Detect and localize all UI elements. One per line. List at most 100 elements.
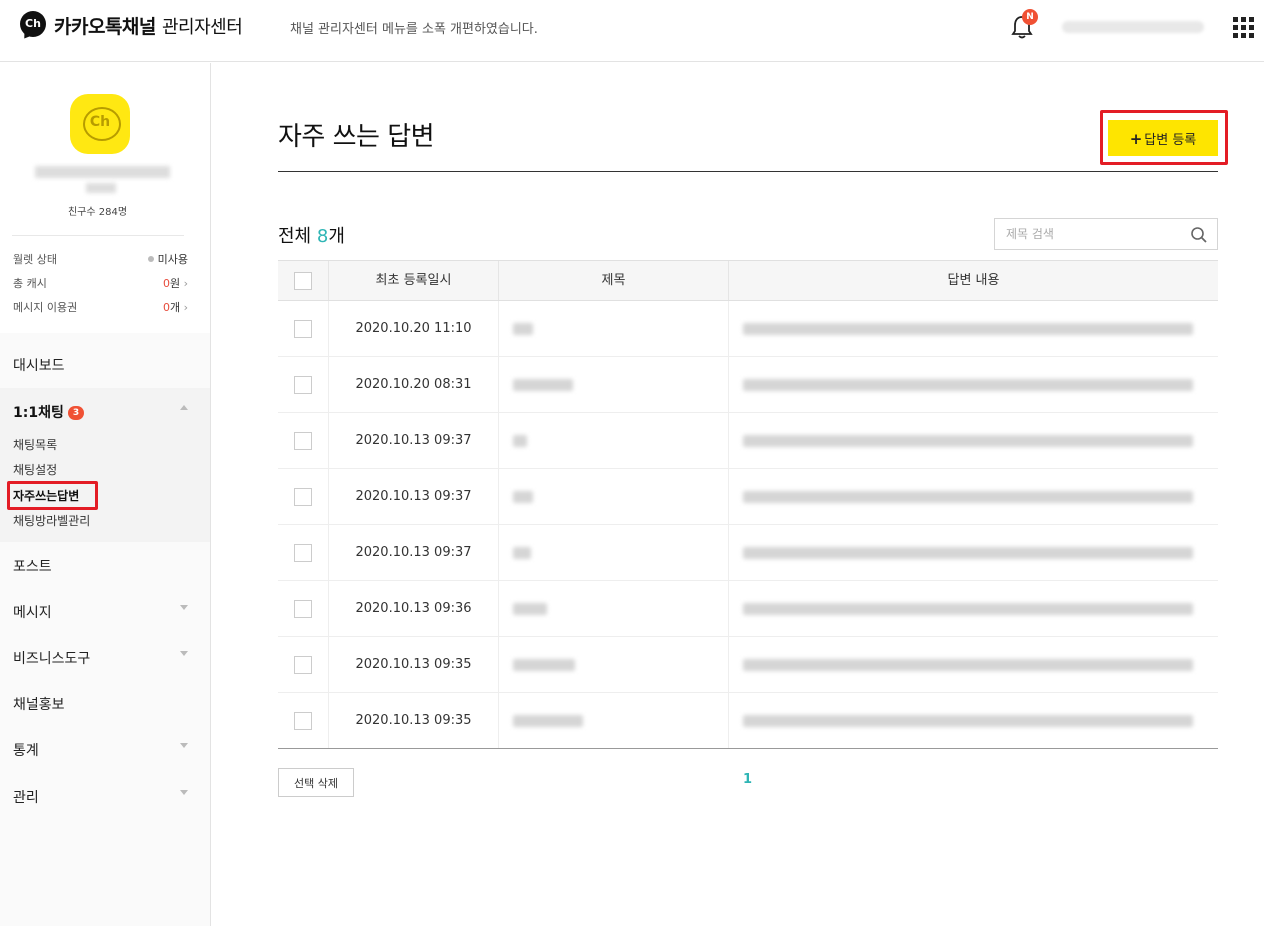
row-checkbox[interactable] — [294, 712, 312, 730]
chevron-down-icon[interactable] — [180, 651, 188, 656]
menu-post[interactable]: 포스트 — [13, 556, 52, 576]
chevron-right-icon: › — [183, 277, 188, 290]
row-content[interactable] — [743, 603, 1193, 615]
chevron-down-icon[interactable] — [180, 605, 188, 610]
highlight-box — [1100, 110, 1228, 165]
row-checkbox[interactable] — [294, 544, 312, 562]
row-checkbox[interactable] — [294, 488, 312, 506]
table-row[interactable]: 2020.10.13 09:35 — [278, 693, 1218, 749]
row-content[interactable] — [743, 715, 1193, 727]
select-all-checkbox[interactable] — [294, 272, 312, 290]
row-title[interactable] — [513, 659, 575, 671]
table-row[interactable]: 2020.10.13 09:35 — [278, 637, 1218, 693]
column-divider — [498, 637, 499, 693]
row-date: 2020.10.20 11:10 — [328, 301, 498, 357]
column-divider — [728, 413, 729, 469]
submenu-chat-settings[interactable]: 채팅설정 — [13, 461, 57, 478]
divider — [12, 235, 184, 236]
highlight-box — [7, 481, 98, 510]
row-title[interactable] — [513, 715, 583, 727]
page-number[interactable]: 1 — [743, 772, 752, 787]
row-content[interactable] — [743, 379, 1193, 391]
menu-statistics[interactable]: 통계 — [13, 740, 39, 760]
menu-management[interactable]: 관리 — [13, 787, 39, 807]
table-row[interactable]: 2020.10.13 09:37 — [278, 469, 1218, 525]
title-divider — [278, 171, 1218, 172]
menu-chat[interactable]: 1:1채팅 — [13, 402, 64, 422]
chevron-down-icon[interactable] — [180, 790, 188, 795]
logo-subtitle[interactable]: 관리자센터 — [162, 13, 243, 39]
menu-chat-group: 1:1채팅 3 채팅목록 채팅설정 자주쓰는답변 채팅방라벨관리 — [0, 388, 210, 542]
notice-text[interactable]: 채널 관리자센터 메뉴를 소폭 개편하였습니다. — [290, 18, 538, 37]
column-divider — [728, 469, 729, 525]
kakao-channel-logo-icon[interactable]: Ch — [20, 11, 46, 37]
message-voucher-row[interactable]: 메시지 이용권 0개 › — [13, 299, 188, 315]
logo-text[interactable]: 카카오톡채널 — [54, 12, 156, 39]
message-voucher-unit: 개 — [169, 301, 181, 314]
column-divider — [498, 357, 499, 413]
row-content[interactable] — [743, 323, 1193, 335]
row-date: 2020.10.13 09:37 — [328, 525, 498, 581]
table-row[interactable]: 2020.10.13 09:37 — [278, 525, 1218, 581]
total-count-value: 8 — [316, 226, 329, 247]
search-icon[interactable] — [1190, 226, 1208, 244]
row-checkbox[interactable] — [294, 656, 312, 674]
column-divider — [498, 413, 499, 469]
menu-business-tools[interactable]: 비즈니스도구 — [13, 648, 90, 668]
total-cash-unit: 원 — [169, 277, 181, 290]
menu-dashboard[interactable]: 대시보드 — [13, 355, 65, 375]
row-content[interactable] — [743, 547, 1193, 559]
total-cash-label: 총 캐시 — [13, 277, 47, 290]
table-row[interactable]: 2020.10.20 08:31 — [278, 357, 1218, 413]
wallet-status-label: 월렛 상태 — [13, 253, 57, 266]
column-divider — [728, 357, 729, 413]
menu-message[interactable]: 메시지 — [13, 602, 52, 622]
message-voucher-label: 메시지 이용권 — [13, 301, 78, 314]
wallet-status-row: 월렛 상태 미사용 — [13, 251, 188, 267]
table-row[interactable]: 2020.10.20 11:10 — [278, 301, 1218, 357]
channel-profile-icon: Ch — [70, 94, 130, 154]
column-title[interactable]: 제목 — [498, 261, 728, 300]
chat-count-badge: 3 — [68, 406, 84, 420]
row-checkbox[interactable] — [294, 320, 312, 338]
row-checkbox[interactable] — [294, 376, 312, 394]
row-title[interactable] — [513, 323, 533, 335]
search-input[interactable] — [995, 219, 1175, 249]
chevron-right-icon: › — [183, 301, 188, 314]
column-divider — [498, 581, 499, 637]
column-date[interactable]: 최초 등록일시 — [328, 261, 498, 300]
row-content[interactable] — [743, 491, 1193, 503]
table-header: 최초 등록일시 제목 답변 내용 — [278, 260, 1218, 301]
row-title[interactable] — [513, 547, 531, 559]
row-title[interactable] — [513, 603, 547, 615]
column-divider — [498, 469, 499, 525]
row-title[interactable] — [513, 491, 533, 503]
account-name[interactable] — [1062, 21, 1204, 33]
table-row[interactable]: 2020.10.13 09:36 — [278, 581, 1218, 637]
row-checkbox[interactable] — [294, 600, 312, 618]
chevron-up-icon[interactable] — [180, 405, 188, 410]
submenu-chat-labels[interactable]: 채팅방라벨관리 — [13, 512, 90, 529]
header-checkbox-cell — [278, 261, 328, 300]
friend-count: 친구수 284명 — [67, 207, 128, 218]
table-row[interactable]: 2020.10.13 09:37 — [278, 413, 1218, 469]
apps-grid-icon[interactable] — [1233, 17, 1254, 38]
row-date: 2020.10.20 08:31 — [328, 357, 498, 413]
delete-selected-button[interactable]: 선택 삭제 — [278, 768, 354, 797]
total-cash-row[interactable]: 총 캐시 0원 › — [13, 275, 188, 291]
row-content[interactable] — [743, 659, 1193, 671]
chevron-down-icon[interactable] — [180, 743, 188, 748]
total-count: 전체 8개 — [278, 222, 345, 248]
row-title[interactable] — [513, 379, 573, 391]
menu-channel-promotion[interactable]: 채널홍보 — [13, 694, 65, 714]
row-title[interactable] — [513, 435, 527, 447]
submenu-chat-list[interactable]: 채팅목록 — [13, 436, 57, 453]
column-content[interactable]: 답변 내용 — [728, 261, 1218, 300]
sidebar: Ch 친구수 284명 월렛 상태 미사용 총 캐시 0원 › 메시지 이용권 … — [0, 63, 211, 926]
column-divider — [728, 637, 729, 693]
row-content[interactable] — [743, 435, 1193, 447]
row-date: 2020.10.13 09:37 — [328, 469, 498, 525]
total-cash-value: 0 — [162, 277, 170, 290]
row-checkbox[interactable] — [294, 432, 312, 450]
page-title: 자주 쓰는 답변 — [278, 122, 435, 152]
